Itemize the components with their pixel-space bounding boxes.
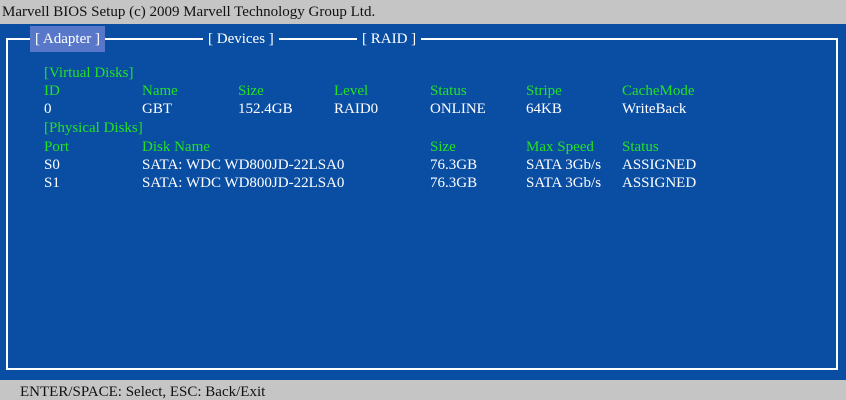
pd-header-status: Status <box>622 139 659 155</box>
pd-header-max-speed: Max Speed <box>526 139 594 155</box>
pd-header-port: Port <box>44 139 70 155</box>
tab-raid[interactable]: [ RAID ] <box>357 26 422 52</box>
pd-header-size: Size <box>430 139 456 155</box>
pd-row-1-max-speed: SATA 3Gb/s <box>526 175 602 191</box>
pd-header-disk-name: Disk Name <box>142 139 210 155</box>
vd-row-0-status: ONLINE <box>430 101 486 117</box>
vd-header-size: Size <box>238 83 264 99</box>
tab-devices[interactable]: [ Devices ] <box>203 26 279 52</box>
window-title: Marvell BIOS Setup (c) 2009 Marvell Tech… <box>0 0 846 24</box>
vd-header-cachemode: CacheMode <box>622 83 695 99</box>
status-bar: ENTER/SPACE: Select, ESC: Back/Exit <box>0 380 846 400</box>
physical-disks-section-label: [Physical Disks] <box>44 120 143 136</box>
vd-row-0-cachemode: WriteBack <box>622 101 687 117</box>
virtual-disks-section-label: [Virtual Disks] <box>44 65 134 81</box>
vd-row-0-name: GBT <box>142 101 172 117</box>
vd-header-level: Level <box>334 83 369 99</box>
pd-row-0-size: 76.3GB <box>430 157 478 173</box>
vd-row-0-level: RAID0 <box>334 101 379 117</box>
vd-row-0-size: 152.4GB <box>238 101 293 117</box>
vd-row-0-id[interactable]: 0 <box>44 100 52 118</box>
pd-row-0-status: ASSIGNED <box>622 157 697 173</box>
vd-header-stripe: Stripe <box>526 83 562 99</box>
pd-row-1-port[interactable]: S1 <box>44 174 60 192</box>
pd-row-1-status: ASSIGNED <box>622 175 697 191</box>
vd-header-name: Name <box>142 83 178 99</box>
pd-row-1-size: 76.3GB <box>430 175 478 191</box>
tab-adapter[interactable]: [ Adapter ] <box>30 26 105 52</box>
pd-row-1-disk-name: SATA: WDC WD800JD-22LSA0 <box>142 175 345 191</box>
vd-row-0-stripe: 64KB <box>526 101 562 117</box>
vd-header-id: ID <box>44 83 60 99</box>
pd-row-0-port[interactable]: S0 <box>44 156 60 174</box>
pd-row-0-max-speed: SATA 3Gb/s <box>526 157 602 173</box>
pd-row-0-disk-name: SATA: WDC WD800JD-22LSA0 <box>142 157 345 173</box>
vd-header-status: Status <box>430 83 467 99</box>
main-panel <box>6 38 838 370</box>
